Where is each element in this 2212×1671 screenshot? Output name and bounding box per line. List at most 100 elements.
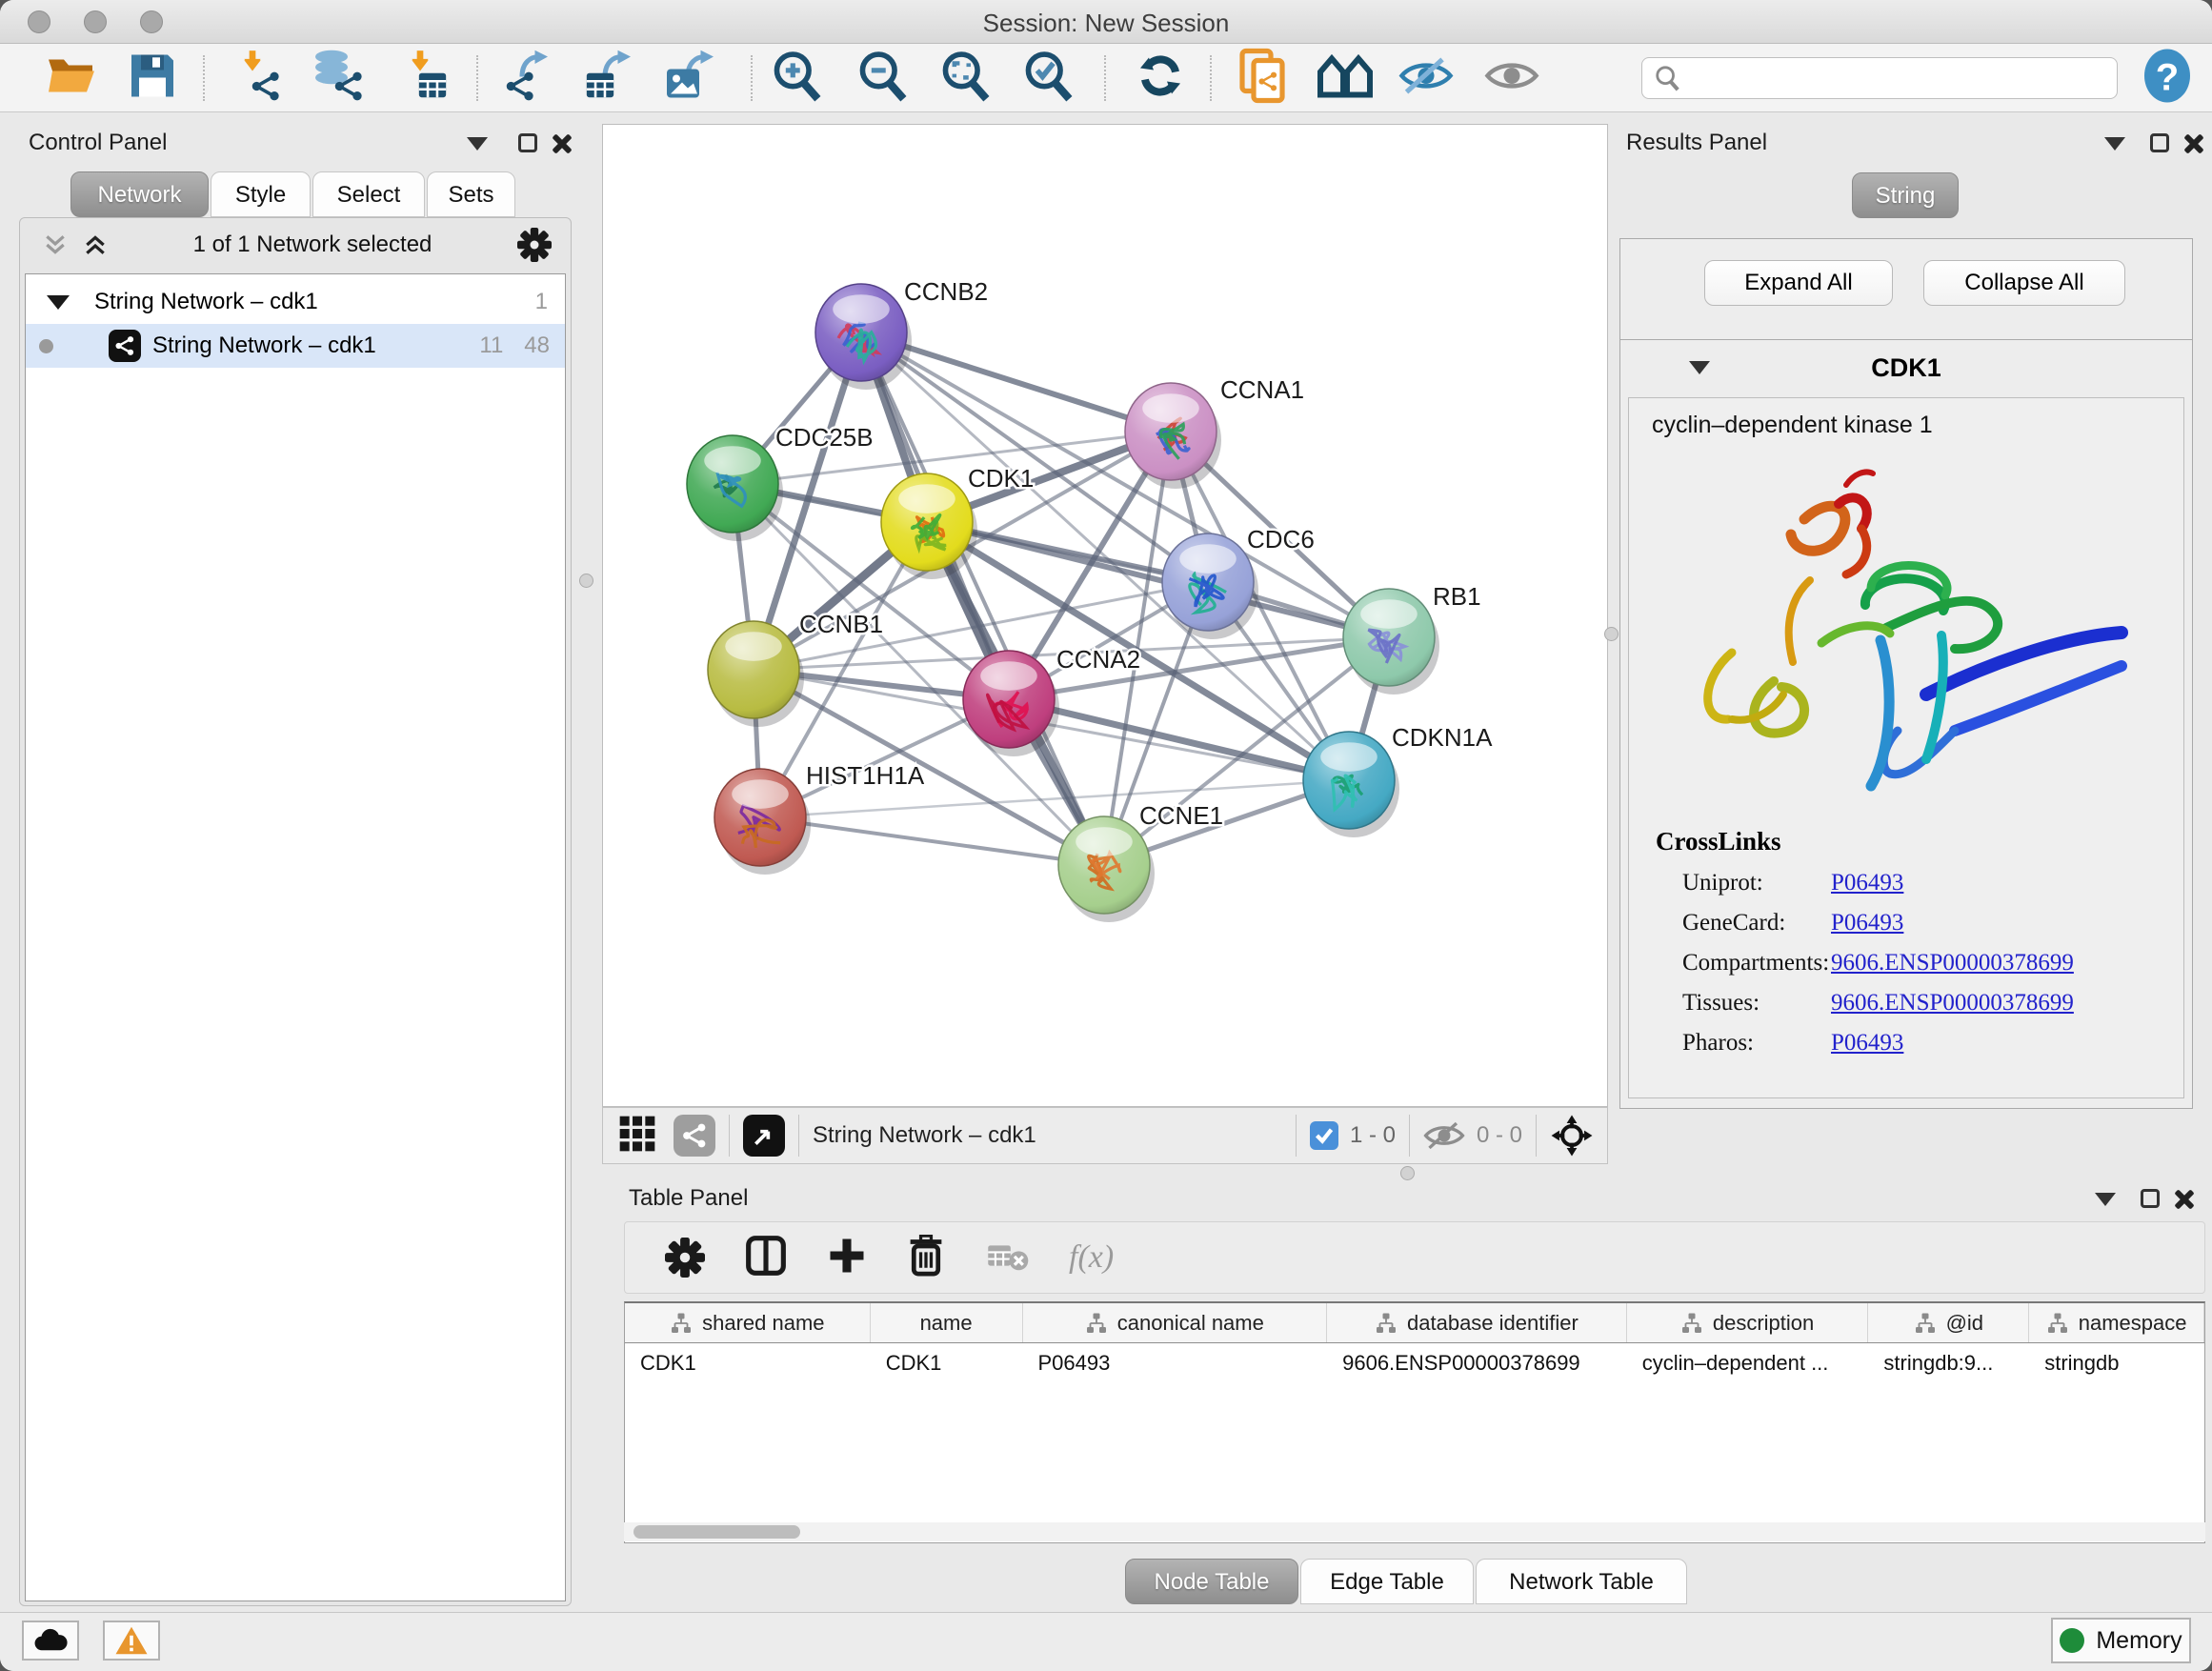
svg-text:?: ? bbox=[2156, 56, 2179, 98]
crosslink-link[interactable]: P06493 bbox=[1831, 910, 1903, 936]
results-panel-close-icon[interactable] bbox=[2182, 133, 2203, 154]
network-canvas[interactable]: CCNB2CCNA1CDC25BCDK1CDC6RB1CCNB1CCNA2CDK… bbox=[602, 124, 1608, 1107]
memory-button[interactable]: Memory bbox=[2051, 1618, 2191, 1663]
network-node-ccnb1[interactable]: CCNB1 bbox=[708, 610, 883, 727]
delete-table-icon[interactable] bbox=[985, 1238, 1029, 1278]
export-image-button[interactable] bbox=[663, 48, 718, 108]
crosslink-label: Tissues: bbox=[1682, 990, 1831, 1017]
table-panel-float-icon[interactable] bbox=[2141, 1189, 2160, 1208]
table-row[interactable]: CDK1CDK1P064939606.ENSP00000378699cyclin… bbox=[625, 1343, 2204, 1383]
search-box bbox=[1641, 57, 2118, 99]
gene-name: CDK1 bbox=[1620, 353, 2192, 383]
zoom-in-button[interactable] bbox=[770, 49, 823, 107]
left-splitter-handle[interactable] bbox=[579, 574, 593, 588]
refresh-button[interactable] bbox=[1134, 49, 1187, 107]
zoom-out-button[interactable] bbox=[855, 49, 909, 107]
crosslink-label: GeneCard: bbox=[1682, 910, 1831, 936]
import-network-database-button[interactable] bbox=[311, 48, 368, 108]
function-builder-icon[interactable]: f(x) bbox=[1069, 1239, 1114, 1276]
column-header-name[interactable]: name bbox=[871, 1303, 1023, 1342]
cloud-status-button[interactable] bbox=[22, 1621, 79, 1661]
export-table-button[interactable] bbox=[580, 48, 635, 108]
grid-view-icon[interactable] bbox=[618, 1115, 656, 1158]
fit-selected-crosshair-icon[interactable] bbox=[1550, 1114, 1594, 1158]
table-panel-close-icon[interactable] bbox=[2173, 1189, 2194, 1210]
table-panel-menu-icon[interactable] bbox=[2095, 1193, 2116, 1206]
expand-all-button[interactable]: Expand All bbox=[1704, 260, 1893, 306]
network-node-ccnb2[interactable]: CCNB2 bbox=[815, 277, 988, 390]
results-panel-menu-icon[interactable] bbox=[2104, 137, 2125, 151]
collapse-all-networks-icon[interactable] bbox=[43, 232, 68, 257]
network-edge-count: 48 bbox=[524, 332, 550, 359]
results-panel: Results Panel String Expand All Collapse… bbox=[1617, 122, 2201, 1174]
table-options-gear-icon[interactable] bbox=[665, 1238, 705, 1278]
import-network-file-button[interactable] bbox=[231, 48, 287, 108]
network-options-gear-icon[interactable] bbox=[517, 228, 552, 262]
toolbar-separator bbox=[751, 55, 753, 101]
network-node-rb1[interactable]: RB1 bbox=[1343, 582, 1481, 695]
network-row-selected[interactable]: String Network – cdk1 11 48 bbox=[26, 324, 565, 368]
crosslink-link[interactable]: 9606.ENSP00000378699 bbox=[1831, 990, 2074, 1017]
tab-network-table[interactable]: Network Table bbox=[1476, 1559, 1687, 1604]
help-button[interactable]: ? bbox=[2142, 48, 2192, 108]
save-session-button[interactable] bbox=[128, 50, 177, 105]
birds-eye-view-icon[interactable] bbox=[743, 1115, 785, 1157]
crosslink-link[interactable]: P06493 bbox=[1831, 870, 1903, 896]
expand-all-networks-icon[interactable] bbox=[83, 232, 108, 257]
network-node-hist1h1a[interactable]: HIST1H1A bbox=[714, 761, 925, 875]
crosslink-link[interactable]: 9606.ENSP00000378699 bbox=[1831, 950, 2074, 976]
network-collection-row[interactable]: String Network – cdk1 1 bbox=[26, 280, 565, 324]
scrollbar-thumb[interactable] bbox=[633, 1525, 800, 1539]
hidden-eye-icon[interactable] bbox=[1423, 1121, 1465, 1150]
warning-status-button[interactable] bbox=[103, 1621, 160, 1661]
network-node-ccna2[interactable]: CCNA2 bbox=[963, 645, 1140, 756]
network-node-cdkn1a[interactable]: CDKN1A bbox=[1303, 723, 1493, 837]
selected-checkbox-icon[interactable] bbox=[1310, 1121, 1338, 1150]
tab-string[interactable]: String bbox=[1852, 172, 1959, 218]
search-input[interactable] bbox=[1680, 61, 2117, 95]
show-columns-icon[interactable] bbox=[745, 1235, 787, 1281]
tab-edge-table[interactable]: Edge Table bbox=[1300, 1559, 1474, 1604]
tab-sets[interactable]: Sets bbox=[427, 171, 515, 217]
hide-selected-button[interactable] bbox=[1398, 54, 1454, 101]
node-label: RB1 bbox=[1433, 582, 1481, 611]
add-column-icon[interactable] bbox=[827, 1236, 867, 1280]
column-header-shared-name[interactable]: shared name bbox=[625, 1303, 871, 1342]
collapse-all-button[interactable]: Collapse All bbox=[1923, 260, 2125, 306]
gene-description: cyclin–dependent kinase 1 bbox=[1652, 412, 2183, 439]
control-panel-close-icon[interactable] bbox=[551, 133, 572, 154]
network-view-icon[interactable] bbox=[674, 1115, 715, 1157]
memory-label: Memory bbox=[2096, 1627, 2182, 1655]
network-edge[interactable] bbox=[760, 817, 1104, 865]
show-all-button[interactable] bbox=[1484, 54, 1539, 101]
control-panel-float-icon[interactable] bbox=[518, 133, 537, 152]
clone-network-button[interactable] bbox=[1237, 47, 1290, 109]
network-node-cdc25b[interactable]: CDC25B bbox=[687, 423, 874, 541]
table-horizontal-scrollbar[interactable] bbox=[624, 1522, 2205, 1541]
crosslink-link[interactable]: P06493 bbox=[1831, 1030, 1903, 1057]
control-panel-menu-icon[interactable] bbox=[467, 137, 488, 151]
tab-node-table[interactable]: Node Table bbox=[1125, 1559, 1298, 1604]
results-panel-float-icon[interactable] bbox=[2150, 133, 2169, 152]
collection-expander-icon[interactable] bbox=[47, 295, 70, 310]
network-edge[interactable] bbox=[927, 522, 1389, 637]
tab-style[interactable]: Style bbox=[211, 171, 311, 217]
column-header-namespace[interactable]: namespace bbox=[2029, 1303, 2204, 1342]
column-header--id[interactable]: @id bbox=[1868, 1303, 2029, 1342]
column-header-canonical-name[interactable]: canonical name bbox=[1023, 1303, 1328, 1342]
node-label: HIST1H1A bbox=[806, 761, 925, 790]
export-network-button[interactable] bbox=[499, 48, 554, 108]
delete-column-icon[interactable] bbox=[907, 1235, 945, 1281]
column-header-description[interactable]: description bbox=[1627, 1303, 1869, 1342]
horizontal-splitter-handle[interactable] bbox=[1400, 1166, 1415, 1180]
tab-network[interactable]: Network bbox=[70, 171, 209, 217]
node-label: CCNB2 bbox=[904, 277, 988, 306]
open-session-button[interactable] bbox=[45, 51, 98, 104]
zoom-selected-button[interactable] bbox=[1021, 49, 1075, 107]
zoom-fit-button[interactable] bbox=[938, 49, 992, 107]
import-table-button[interactable] bbox=[397, 48, 452, 108]
first-neighbors-button[interactable] bbox=[1317, 52, 1376, 103]
column-header-database-identifier[interactable]: database identifier bbox=[1327, 1303, 1627, 1342]
tab-select[interactable]: Select bbox=[312, 171, 425, 217]
network-graph[interactable]: CCNB2CCNA1CDC25BCDK1CDC6RB1CCNB1CCNA2CDK… bbox=[603, 125, 1607, 1106]
